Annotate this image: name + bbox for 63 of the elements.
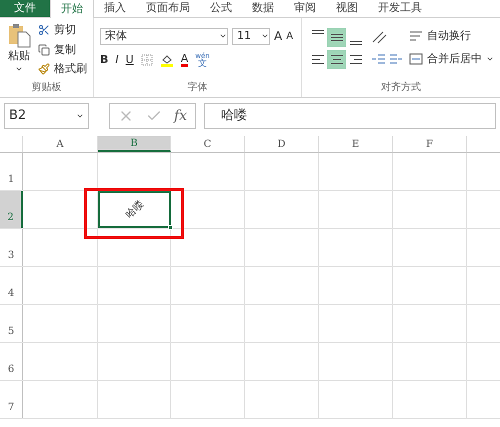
fill-handle[interactable] [168, 225, 173, 230]
align-lines-icon [330, 34, 342, 41]
copy-icon [38, 44, 50, 56]
format-painter-button[interactable]: 格式刷 [38, 61, 87, 78]
clipboard-icon [6, 22, 32, 48]
active-cell[interactable]: 哈喽 [98, 191, 171, 228]
font-color-button[interactable]: A [180, 53, 188, 68]
ribbon-tab[interactable]: 页面布局 [136, 0, 200, 17]
group-label: 对齐方式 [380, 80, 422, 95]
row-header[interactable]: 4 [0, 267, 23, 304]
column-header[interactable]: E [319, 136, 393, 152]
group-label: 字体 [186, 80, 209, 95]
column-header[interactable]: C [171, 136, 245, 152]
wrap-icon [409, 30, 423, 42]
horizontal-align-button[interactable] [327, 50, 346, 69]
font-name-field[interactable]: 宋体 [100, 28, 228, 44]
column-header[interactable]: B [98, 136, 171, 152]
copy-button[interactable]: 复制 [38, 42, 87, 58]
row-header[interactable]: 2 [0, 191, 23, 228]
borders-icon [140, 54, 153, 66]
fill-color-icon [160, 53, 174, 68]
row-header[interactable]: 7 [0, 381, 23, 418]
shrink-font-button[interactable]: A [286, 28, 294, 44]
font-size-field[interactable]: 11 [232, 28, 270, 44]
ribbon-tab[interactable]: 公式 [200, 0, 242, 17]
row-header[interactable]: 1 [0, 153, 23, 190]
merge-icon [409, 52, 423, 65]
merge-center-button[interactable]: 合并后居中 [409, 50, 494, 67]
caret-icon [261, 32, 270, 40]
align-lines-icon [312, 30, 324, 34]
bold-button[interactable]: B [100, 52, 108, 68]
ribbon-tab[interactable]: 视图 [326, 0, 368, 17]
formula-input[interactable]: 哈喽 [204, 103, 496, 129]
paintbrush-icon [38, 63, 50, 76]
paste-button[interactable]: 粘贴 [4, 22, 34, 80]
scissors-icon [38, 24, 50, 36]
caret-icon [76, 112, 84, 120]
vertical-align-button[interactable] [327, 28, 346, 47]
insert-function-button[interactable]: fx [174, 106, 188, 126]
align-lines-icon [350, 55, 362, 64]
ribbon-tab[interactable]: 审阅 [284, 0, 326, 17]
grow-font-button[interactable]: A [274, 27, 282, 45]
row-header[interactable]: 6 [0, 343, 23, 380]
align-lines-icon [330, 55, 342, 64]
name-box[interactable]: B2 [4, 103, 89, 129]
ribbon-tab[interactable]: 开发工具 [368, 0, 432, 17]
align-lines-icon [350, 41, 362, 45]
file-tab[interactable]: 文件 [0, 0, 50, 17]
underline-button[interactable]: U [126, 52, 134, 68]
cell-text: 哈喽 [122, 198, 146, 222]
row-header[interactable]: 3 [0, 229, 23, 266]
caret-icon [219, 32, 228, 40]
cut-button[interactable]: 剪切 [38, 22, 87, 38]
column-header[interactable]: D [245, 136, 319, 152]
ribbon-tab[interactable]: 插入 [94, 0, 136, 17]
ribbon-tab[interactable]: 开始 [50, 0, 94, 18]
column-header[interactable]: F [393, 136, 467, 152]
wrap-text-button[interactable]: 自动换行 [409, 28, 494, 44]
italic-button[interactable]: I [115, 52, 119, 68]
group-label: 剪贴板 [30, 80, 63, 95]
ribbon-tab[interactable]: 数据 [242, 0, 284, 17]
row-header[interactable]: 5 [0, 305, 23, 342]
align-lines-icon [312, 55, 324, 64]
